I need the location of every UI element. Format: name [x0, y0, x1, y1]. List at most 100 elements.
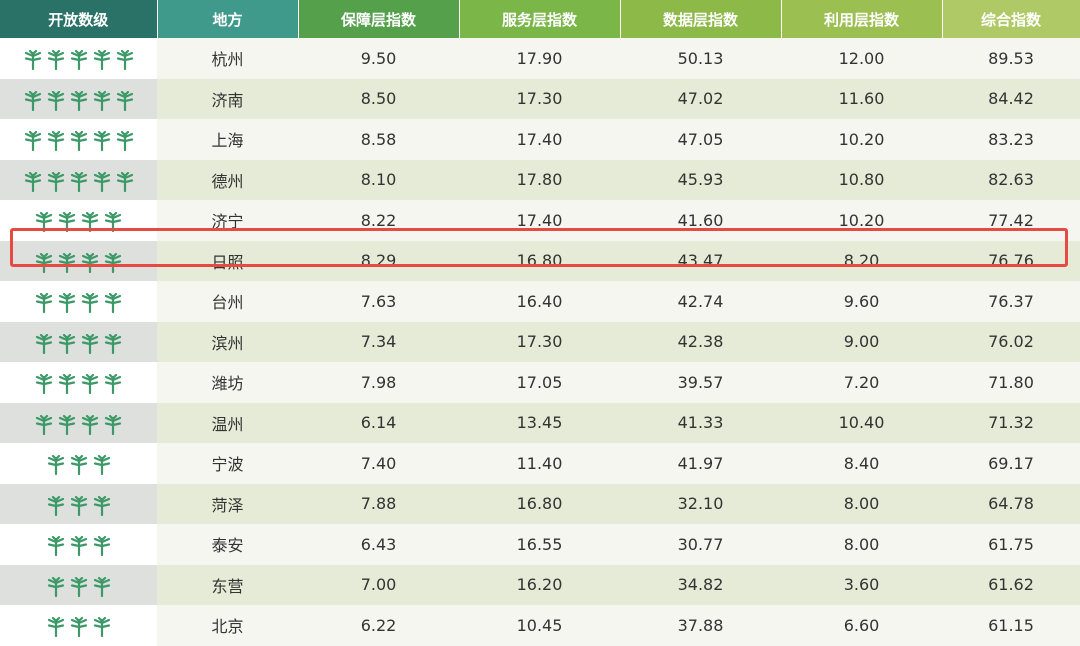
tree-icon — [81, 252, 99, 273]
tree-icon — [58, 374, 76, 394]
tree-icon — [58, 252, 76, 273]
utilization-index-cell: 7.20 — [781, 362, 942, 403]
data-index-cell: 43.47 — [620, 240, 781, 281]
utilization-index-cell: 10.40 — [781, 402, 942, 443]
tree-icon — [93, 90, 110, 111]
city-cell: 台州 — [157, 281, 298, 322]
tree-icon — [116, 131, 133, 151]
header-guarantee-index: 保障层指数 — [298, 0, 460, 38]
level-icons — [34, 252, 123, 273]
level-icons — [46, 495, 112, 516]
tree-icon — [93, 536, 110, 556]
city-cell: 杭州 — [157, 38, 298, 79]
composite-index-cell: 76.02 — [942, 321, 1080, 362]
tree-icon — [35, 374, 53, 394]
service-index-cell: 17.40 — [459, 200, 620, 241]
guarantee-index-cell: 6.43 — [298, 524, 459, 565]
service-index-cell: 17.05 — [459, 362, 620, 403]
header-service-index: 服务层指数 — [459, 0, 621, 38]
level-icons — [46, 576, 112, 597]
table-row: 北京 6.22 10.45 37.88 6.60 61.15 — [0, 605, 1080, 646]
open-level-cell — [0, 524, 157, 565]
service-index-cell: 16.80 — [459, 240, 620, 281]
utilization-index-cell: 8.40 — [781, 443, 942, 484]
open-level-cell — [0, 402, 157, 443]
service-index-cell: 17.30 — [459, 78, 620, 119]
tree-icon — [24, 50, 41, 70]
service-index-cell: 13.45 — [459, 402, 620, 443]
city-cell: 东营 — [157, 564, 298, 605]
city-cell: 济宁 — [157, 200, 298, 241]
tree-icon — [93, 50, 110, 70]
guarantee-index-cell: 6.22 — [298, 605, 459, 646]
data-index-cell: 45.93 — [620, 159, 781, 200]
composite-index-cell: 82.63 — [942, 159, 1080, 200]
table-row: 德州 8.10 17.80 45.93 10.80 82.63 — [0, 159, 1080, 200]
table-row: 济宁 8.22 17.40 41.60 10.20 77.42 — [0, 200, 1080, 241]
tree-icon — [24, 90, 41, 111]
level-icons — [23, 50, 135, 70]
tree-icon — [104, 252, 122, 273]
data-index-cell: 41.33 — [620, 402, 781, 443]
data-index-cell: 39.57 — [620, 362, 781, 403]
utilization-index-cell: 3.60 — [781, 564, 942, 605]
tree-icon — [47, 617, 64, 637]
tree-icon — [104, 293, 122, 313]
service-index-cell: 16.20 — [459, 564, 620, 605]
data-index-cell: 41.60 — [620, 200, 781, 241]
service-index-cell: 17.30 — [459, 321, 620, 362]
header-data-index: 数据层指数 — [620, 0, 782, 38]
guarantee-index-cell: 7.88 — [298, 483, 459, 524]
guarantee-index-cell: 7.00 — [298, 564, 459, 605]
header-open-level: 开放数级 — [0, 0, 158, 38]
data-index-cell: 50.13 — [620, 38, 781, 79]
tree-icon — [104, 333, 122, 354]
guarantee-index-cell: 6.14 — [298, 402, 459, 443]
service-index-cell: 17.90 — [459, 38, 620, 79]
composite-index-cell: 61.75 — [942, 524, 1080, 565]
service-index-cell: 17.40 — [459, 119, 620, 160]
tree-icon — [70, 617, 87, 637]
composite-index-cell: 84.42 — [942, 78, 1080, 119]
open-data-index-table: 开放数级 地方 保障层指数 服务层指数 数据层指数 利用层指数 综合指数 杭州 9… — [0, 0, 1080, 646]
guarantee-index-cell: 8.50 — [298, 78, 459, 119]
level-icons — [46, 617, 112, 637]
table-row: 泰安 6.43 16.55 30.77 8.00 61.75 — [0, 524, 1080, 565]
city-cell: 菏泽 — [157, 483, 298, 524]
data-index-cell: 37.88 — [620, 605, 781, 646]
tree-icon — [93, 455, 110, 475]
city-cell: 上海 — [157, 119, 298, 160]
tree-icon — [58, 293, 76, 313]
composite-index-cell: 61.15 — [942, 605, 1080, 646]
data-index-cell: 47.05 — [620, 119, 781, 160]
open-level-cell — [0, 362, 157, 403]
level-icons — [34, 414, 123, 435]
tree-icon — [47, 50, 64, 70]
guarantee-index-cell: 8.22 — [298, 200, 459, 241]
service-index-cell: 16.80 — [459, 483, 620, 524]
tree-icon — [47, 495, 64, 516]
tree-icon — [81, 414, 99, 435]
open-level-cell — [0, 443, 157, 484]
composite-index-cell: 69.17 — [942, 443, 1080, 484]
city-cell: 泰安 — [157, 524, 298, 565]
composite-index-cell: 89.53 — [942, 38, 1080, 79]
tree-icon — [81, 333, 99, 354]
tree-icon — [47, 90, 64, 111]
utilization-index-cell: 8.00 — [781, 524, 942, 565]
utilization-index-cell: 10.20 — [781, 119, 942, 160]
utilization-index-cell: 8.20 — [781, 240, 942, 281]
data-index-cell: 41.97 — [620, 443, 781, 484]
tree-icon — [58, 414, 76, 435]
utilization-index-cell: 12.00 — [781, 38, 942, 79]
tree-icon — [47, 576, 64, 597]
composite-index-cell: 76.76 — [942, 240, 1080, 281]
table-row: 济南 8.50 17.30 47.02 11.60 84.42 — [0, 78, 1080, 119]
open-level-cell — [0, 159, 157, 200]
tree-icon — [70, 495, 87, 516]
guarantee-index-cell: 9.50 — [298, 38, 459, 79]
table-row: 潍坊 7.98 17.05 39.57 7.20 71.80 — [0, 362, 1080, 403]
tree-icon — [47, 131, 64, 151]
tree-icon — [81, 374, 99, 394]
city-cell: 潍坊 — [157, 362, 298, 403]
